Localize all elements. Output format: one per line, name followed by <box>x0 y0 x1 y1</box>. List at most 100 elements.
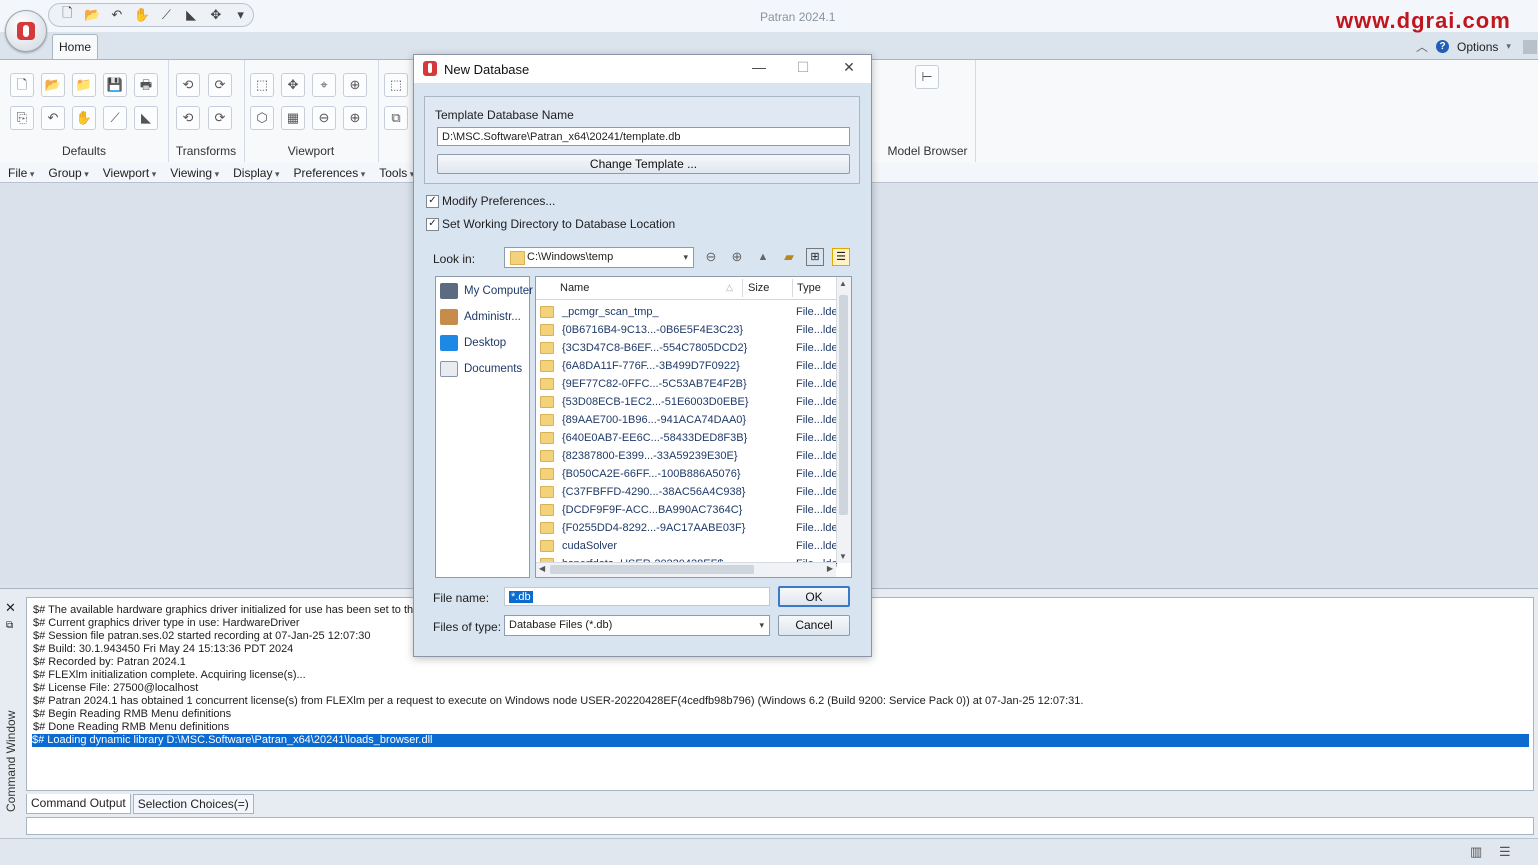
place-administrator[interactable]: Administr... <box>440 306 521 328</box>
cancel-button[interactable]: Cancel <box>778 615 850 636</box>
center-icon[interactable]: ⌖ <box>312 73 336 97</box>
restore-panel-icon[interactable] <box>1522 39 1537 54</box>
rotate-y-icon[interactable]: ⟳ <box>208 73 232 97</box>
layout-icon[interactable]: ▥ <box>1470 844 1482 860</box>
undo-icon[interactable]: ↶ <box>105 7 130 23</box>
file-row[interactable]: {82387800-E399...-33A59239E30E} File...ld… <box>540 447 838 465</box>
paint-icon[interactable]: ◣ <box>134 106 158 130</box>
file-row[interactable]: {9EF77C82-0FFC...-5C53AB7E4F2B} File...ld… <box>540 375 838 393</box>
command-input[interactable] <box>26 817 1534 835</box>
detail-view-icon[interactable]: ☰ <box>832 248 850 266</box>
vertical-scrollbar[interactable]: ▲ ▼ <box>836 277 851 563</box>
grid-icon[interactable]: ▦ <box>281 106 305 130</box>
cube-view-icon[interactable]: ⬚ <box>250 73 274 97</box>
menu-display[interactable]: Display <box>233 166 279 180</box>
file-list[interactable]: Name △ Size Type _pcmgr_scan_tmp_ File...… <box>535 276 852 578</box>
open-icon[interactable]: 📂 <box>41 73 65 97</box>
place-my-computer[interactable]: My Computer <box>440 280 533 302</box>
float-icon[interactable]: ⧉ <box>6 620 13 631</box>
scroll-thumb[interactable] <box>839 295 848 515</box>
log-line-selected[interactable]: $# Loading dynamic library D:\MSC.Softwa… <box>32 734 1529 747</box>
list-icon[interactable]: ☰ <box>1499 844 1511 860</box>
open-folder-icon[interactable]: 📂 <box>80 7 105 23</box>
help-icon[interactable]: ? <box>1436 40 1450 53</box>
hand-icon[interactable]: ✋ <box>72 106 96 130</box>
new-file-icon[interactable]: 🗋 <box>55 4 80 26</box>
file-name-input[interactable]: *.db <box>504 587 770 606</box>
file-row[interactable]: {DCDF9F9F-ACC...BA990AC7364C} File...lde <box>540 501 838 519</box>
file-row[interactable]: {0B6716B4-9C13...-0B6E5F4E3C23} File...ld… <box>540 321 838 339</box>
maximize-icon[interactable]: ☐ <box>788 59 818 76</box>
rotate-view-icon[interactable]: ⊕ <box>343 73 367 97</box>
file-row[interactable]: cudaSolver File...lde <box>540 537 838 555</box>
menu-file[interactable]: File <box>8 166 34 180</box>
place-documents[interactable]: Documents <box>440 358 522 380</box>
rotate-z-icon[interactable]: ⟲ <box>176 106 200 130</box>
file-type-select[interactable]: Database Files (*.db) ▾ <box>504 615 770 636</box>
box-icon[interactable]: ⬚ <box>384 73 408 97</box>
close-icon[interactable]: ✕ <box>834 59 864 76</box>
application-menu-button[interactable] <box>5 10 47 52</box>
zoom-out-icon[interactable]: ⊖ <box>312 106 336 130</box>
place-desktop[interactable]: Desktop <box>440 332 506 354</box>
pan-icon[interactable]: ✥ <box>281 73 305 97</box>
rotate-x-icon[interactable]: ⟲ <box>176 73 200 97</box>
tab-home[interactable]: Home <box>52 34 98 60</box>
file-row[interactable]: {C37FBFFD-4290...-38AC56A4C938} File...ld… <box>540 483 838 501</box>
print-icon[interactable]: 🖶 <box>134 73 158 97</box>
save-icon[interactable]: 💾 <box>103 73 127 97</box>
menu-viewport[interactable]: Viewport <box>103 166 157 180</box>
layers-icon[interactable]: ⧉ <box>384 106 408 130</box>
back-icon[interactable]: ⊖ <box>702 248 720 266</box>
options-menu[interactable]: Options <box>1457 40 1498 54</box>
ribbon-group-label: Transforms <box>175 144 237 158</box>
file-row[interactable]: {B050CA2E-66FF...-100B886A5076} File...ld… <box>540 465 838 483</box>
move-icon[interactable]: ✥ <box>204 7 229 23</box>
scroll-thumb[interactable] <box>550 565 754 574</box>
file-row[interactable]: {6A8DA11F-776F...-3B499D7F0922} File...ld… <box>540 357 838 375</box>
collapse-ribbon-icon[interactable]: ︿ <box>1416 38 1428 55</box>
column-type[interactable]: Type <box>797 282 821 294</box>
broom-icon[interactable]: ⟋ <box>103 106 127 130</box>
column-size[interactable]: Size <box>748 282 769 294</box>
broom-icon[interactable]: ⟋ <box>154 7 179 23</box>
look-in-select[interactable]: C:\Windows\temp ▾ <box>504 247 694 268</box>
horizontal-scrollbar[interactable]: ◀ ▶ <box>536 562 836 577</box>
zoom-in-icon[interactable]: ⊕ <box>343 106 367 130</box>
minimize-icon[interactable]: — <box>744 59 774 75</box>
up-folder-icon[interactable]: ▲ <box>754 248 772 266</box>
new-icon[interactable]: 🗋 <box>10 73 34 97</box>
list-view-icon[interactable]: ⊞ <box>806 248 824 266</box>
set-workdir-checkbox[interactable]: ✓ <box>426 218 439 231</box>
file-row[interactable]: _pcmgr_scan_tmp_ File...lde <box>540 303 838 321</box>
new-folder-icon[interactable]: ▰ <box>780 248 798 266</box>
close-icon[interactable]: ✕ <box>5 600 16 616</box>
chevron-down-icon[interactable]: ▾ <box>228 7 253 23</box>
file-row[interactable]: {F0255DD4-8292...-9AC17AABE03F} File...ld… <box>540 519 838 537</box>
template-path-field[interactable]: D:\MSC.Software\Patran_x64\20241/templat… <box>437 127 850 146</box>
change-template-button[interactable]: Change Template ... <box>437 154 850 174</box>
rotate-free-icon[interactable]: ⟳ <box>208 106 232 130</box>
file-row[interactable]: {53D08ECB-1EC2...-51E6003D0EBE} File...ld… <box>540 393 838 411</box>
forward-icon[interactable]: ⊕ <box>728 248 746 266</box>
file-row[interactable]: {89AAE700-1B96...-941ACA74DAA0} File...ld… <box>540 411 838 429</box>
paint-icon[interactable]: ◣ <box>179 7 204 23</box>
file-row[interactable]: {3C3D47C8-B6EF...-554C7805DCD2} File...ld… <box>540 339 838 357</box>
file-row[interactable]: {640E0AB7-EE6C...-58433DED8F3B} File...ld… <box>540 429 838 447</box>
tab-command-output[interactable]: Command Output <box>26 794 131 814</box>
tree-icon[interactable]: ⊢ <box>915 65 939 89</box>
undo-icon[interactable]: ↶ <box>41 106 65 130</box>
hand-icon[interactable]: ✋ <box>129 7 154 23</box>
tab-selection-choices[interactable]: Selection Choices(=) <box>132 794 254 814</box>
open-recent-icon[interactable]: 📁 <box>72 73 96 97</box>
column-name[interactable]: Name <box>560 282 589 294</box>
menu-group[interactable]: Group <box>48 166 88 180</box>
modify-preferences-checkbox[interactable]: ✓ <box>426 195 439 208</box>
chevron-down-icon[interactable]: ▾ <box>1506 41 1511 52</box>
menu-viewing[interactable]: Viewing <box>170 166 219 180</box>
copy-icon[interactable]: ⎘ <box>10 106 34 130</box>
iso-view-icon[interactable]: ⬡ <box>250 106 274 130</box>
menu-tools[interactable]: Tools <box>379 166 414 180</box>
ok-button[interactable]: OK <box>778 586 850 607</box>
menu-preferences[interactable]: Preferences <box>294 166 366 180</box>
